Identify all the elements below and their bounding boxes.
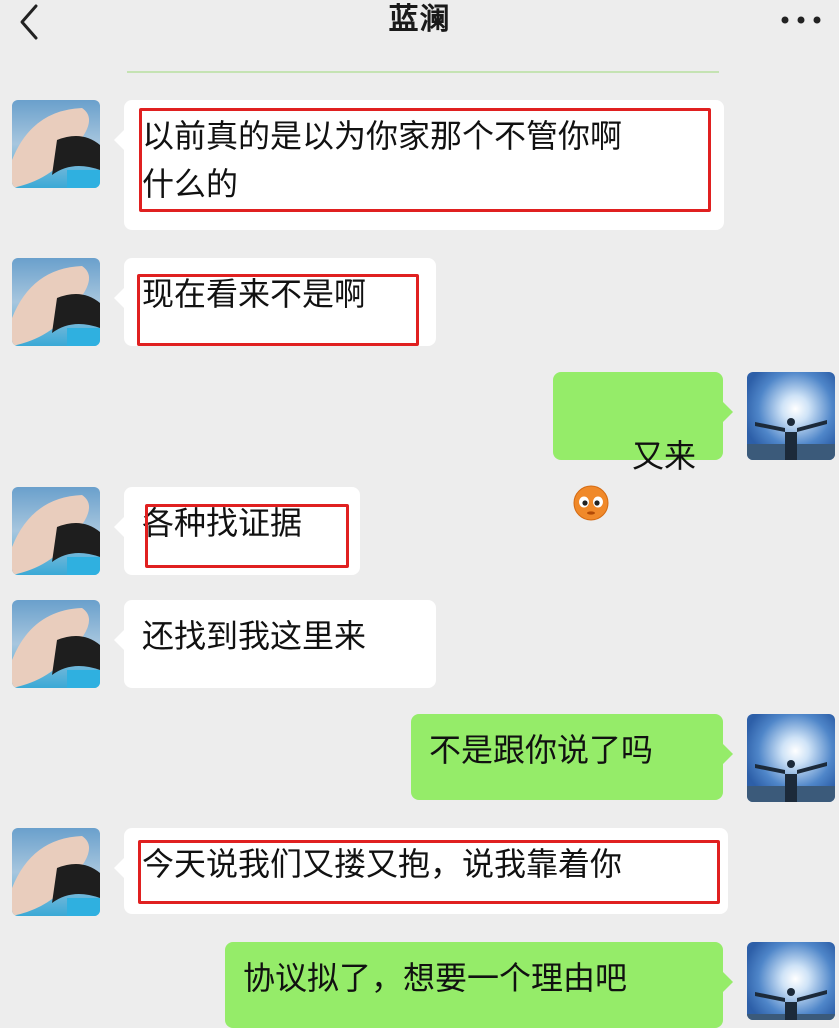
outgoing-message-bubble[interactable]: 不是跟你说了吗 [411, 714, 733, 800]
message-text: 不是跟你说了吗 [429, 731, 654, 769]
message-text: 今天说我们又搂又抱，说我靠着你 [142, 845, 623, 883]
contact-avatar[interactable] [12, 258, 100, 346]
message-text: 协议拟了，想要一个理由吧 [243, 959, 628, 997]
incoming-message-bubble[interactable]: 今天说我们又搂又抱，说我靠着你 [114, 828, 728, 914]
message-text: 以前真的是以为你家那个不管你啊 什么的 [142, 117, 623, 203]
incoming-message-bubble[interactable]: 现在看来不是啊 [114, 258, 436, 346]
incoming-message-bubble[interactable]: 以前真的是以为你家那个不管你啊 什么的 [114, 100, 724, 230]
contact-avatar[interactable] [12, 487, 100, 575]
message-content: 又来 [571, 384, 705, 576]
chat-title: 蓝澜 [388, 2, 451, 37]
contact-avatar[interactable] [12, 100, 100, 188]
message-text: 还找到我这里来 [142, 617, 367, 655]
more-button[interactable] [777, 8, 825, 32]
incoming-message-bubble[interactable]: 还找到我这里来 [114, 600, 436, 688]
incoming-message-bubble[interactable]: 各种找证据 [114, 487, 360, 575]
outgoing-message-bubble[interactable]: 协议拟了，想要一个理由吧 [225, 942, 733, 1028]
blushing-face-icon [573, 485, 609, 521]
outgoing-message-bubble[interactable]: 又来 [553, 372, 733, 521]
message-text: 各种找证据 [142, 504, 303, 542]
more-dots-icon [781, 16, 821, 24]
chat-header: 蓝澜 [0, 0, 839, 60]
contact-avatar[interactable] [12, 600, 100, 688]
divider-line [127, 71, 719, 73]
my-avatar[interactable] [747, 942, 835, 1020]
my-avatar[interactable] [747, 714, 835, 802]
message-text: 又来 [632, 437, 697, 475]
contact-avatar[interactable] [12, 828, 100, 916]
message-text: 现在看来不是啊 [142, 275, 367, 313]
my-avatar[interactable] [747, 372, 835, 460]
